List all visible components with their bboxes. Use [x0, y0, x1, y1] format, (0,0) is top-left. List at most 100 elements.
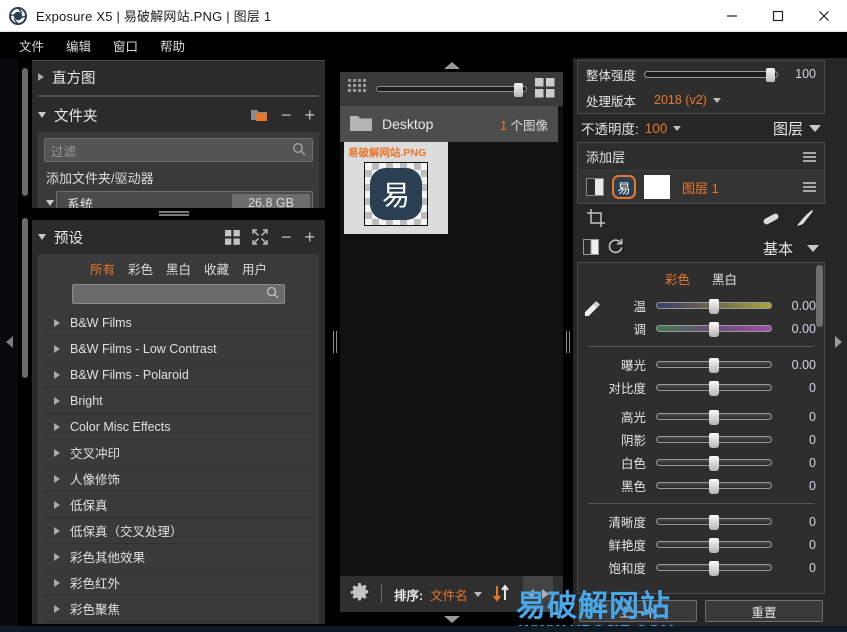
slider-knob[interactable]	[709, 381, 719, 396]
preset-list-item[interactable]: B&W Films	[44, 310, 313, 336]
folder-header-row[interactable]: Desktop 1 个图像	[340, 106, 558, 142]
add-folder-button[interactable]: +	[304, 106, 315, 124]
slider-track[interactable]	[656, 561, 772, 576]
chevron-down-icon[interactable]	[473, 591, 482, 597]
brush-icon[interactable]	[795, 209, 815, 230]
chevron-down-icon[interactable]	[673, 125, 682, 131]
slider-knob[interactable]	[709, 358, 719, 373]
layer-thumbnail[interactable]: 易	[612, 175, 636, 199]
slider-knob[interactable]	[709, 456, 719, 471]
preset-list-item[interactable]: B&W Films - Polaroid	[44, 362, 313, 388]
grid-view-icon[interactable]	[224, 229, 240, 245]
add-folder-drive-label[interactable]: 添加文件夹/驱动器	[44, 162, 313, 191]
layer-mask-thumbnail[interactable]	[644, 175, 670, 199]
gear-icon[interactable]	[350, 583, 369, 605]
collapse-left-panel-button[interactable]	[0, 58, 18, 626]
menu-file[interactable]: 文件	[8, 33, 55, 58]
add-layer-row[interactable]: 添加层	[578, 143, 824, 171]
slider-knob[interactable]	[709, 538, 719, 553]
chevron-left-icon[interactable]	[527, 589, 534, 599]
slider-knob[interactable]	[709, 299, 719, 314]
thumbnail-size-slider[interactable]	[376, 83, 527, 97]
layer-menu-icon[interactable]	[803, 151, 816, 162]
chevron-down-icon[interactable]	[807, 244, 819, 252]
before-after-icon[interactable]	[583, 238, 599, 258]
eraser-icon[interactable]	[761, 209, 781, 230]
slider-track[interactable]	[656, 538, 772, 553]
preset-list-item[interactable]: 低保真	[44, 492, 313, 518]
preset-list-item[interactable]: 交叉冲印	[44, 440, 313, 466]
folder-filter-input[interactable]: 过滤	[44, 138, 313, 162]
collapse-top-button[interactable]	[330, 58, 573, 72]
overall-strength-slider[interactable]	[644, 67, 778, 82]
slider-track[interactable]	[656, 515, 772, 530]
preset-list-item[interactable]: 人像修饰	[44, 466, 313, 492]
panel-splitter[interactable]	[18, 208, 330, 216]
process-version-value[interactable]: 2018 (v2)	[654, 93, 707, 107]
thumbnail-item[interactable]: 易破解网站.PNG 易	[344, 142, 448, 234]
preset-tab-bw[interactable]: 黑白	[166, 259, 191, 278]
close-button[interactable]	[801, 0, 847, 32]
slider-track[interactable]	[656, 299, 772, 314]
small-grid-icon[interactable]	[348, 78, 368, 100]
menu-window[interactable]: 窗口	[102, 33, 149, 58]
preset-tab-user[interactable]: 用户	[242, 259, 267, 278]
minimize-button[interactable]	[709, 0, 755, 32]
expand-all-icon[interactable]	[252, 229, 268, 245]
preset-list-item[interactable]: 彩色红外	[44, 570, 313, 596]
slider-track[interactable]	[656, 410, 772, 425]
folders-scrollbar[interactable]	[22, 68, 28, 196]
slider-track[interactable]	[656, 433, 772, 448]
presets-section-header[interactable]: 预设 − +	[32, 220, 325, 254]
slider-knob[interactable]	[709, 561, 719, 576]
previous-button[interactable]: 上一个	[579, 600, 697, 622]
preset-list-item[interactable]: 彩色其他效果	[44, 544, 313, 570]
opacity-value[interactable]: 100	[645, 121, 668, 136]
chevron-down-icon[interactable]	[712, 97, 721, 103]
slider-knob[interactable]	[709, 322, 719, 337]
slider-track[interactable]	[656, 479, 772, 494]
slider-track[interactable]	[656, 322, 772, 337]
collapse-right-panel-button[interactable]	[829, 58, 847, 626]
refresh-icon[interactable]	[607, 238, 624, 258]
thumbnail-image[interactable]: 易	[364, 162, 428, 226]
menu-edit[interactable]: 编辑	[55, 33, 102, 58]
preset-tab-all[interactable]: 所有	[90, 259, 115, 278]
add-preset-button[interactable]: +	[304, 228, 315, 246]
slider-track[interactable]	[656, 456, 772, 471]
layer-mask-icon[interactable]	[586, 178, 604, 196]
slider-knob[interactable]	[514, 83, 523, 97]
chevron-right-icon[interactable]	[542, 589, 549, 599]
preset-list-item[interactable]: 彩色聚焦	[44, 596, 313, 622]
layer-row[interactable]: 易 图层 1	[578, 171, 824, 203]
tab-bw[interactable]: 黑白	[712, 269, 737, 288]
right-resize-handle[interactable]	[563, 72, 573, 612]
collapse-bottom-button[interactable]	[330, 612, 573, 626]
slider-knob[interactable]	[709, 479, 719, 494]
slider-knob[interactable]	[709, 410, 719, 425]
crop-icon[interactable]	[587, 208, 605, 230]
slider-track[interactable]	[656, 358, 772, 373]
layer-name[interactable]: 图层 1	[682, 178, 719, 197]
chevron-down-icon[interactable]	[46, 200, 54, 206]
slider-track[interactable]	[656, 381, 772, 396]
histogram-section-header[interactable]: 直方图	[32, 61, 325, 93]
drive-row-system[interactable]: 系统 26.8 GB	[56, 191, 313, 208]
slider-knob[interactable]	[709, 433, 719, 448]
slider-knob[interactable]	[766, 67, 775, 82]
sort-direction-icon[interactable]	[492, 583, 510, 605]
maximize-button[interactable]	[755, 0, 801, 32]
tab-color[interactable]: 彩色	[665, 269, 690, 288]
preset-list-item[interactable]: B&W Films - Low Contrast	[44, 336, 313, 362]
menu-help[interactable]: 帮助	[149, 33, 196, 58]
presets-scrollbar[interactable]	[22, 218, 28, 378]
reset-button[interactable]: 重置	[705, 600, 823, 622]
preset-list-item[interactable]: Bright	[44, 388, 313, 414]
preset-tab-favorites[interactable]: 收藏	[204, 259, 229, 278]
sort-value[interactable]: 文件名	[430, 585, 468, 604]
large-grid-icon[interactable]	[535, 77, 555, 101]
layer-options-icon[interactable]	[803, 182, 816, 192]
left-resize-handle[interactable]	[330, 72, 340, 612]
remove-preset-button[interactable]: −	[281, 228, 292, 246]
folders-section-header[interactable]: 文件夹 − +	[32, 98, 325, 132]
